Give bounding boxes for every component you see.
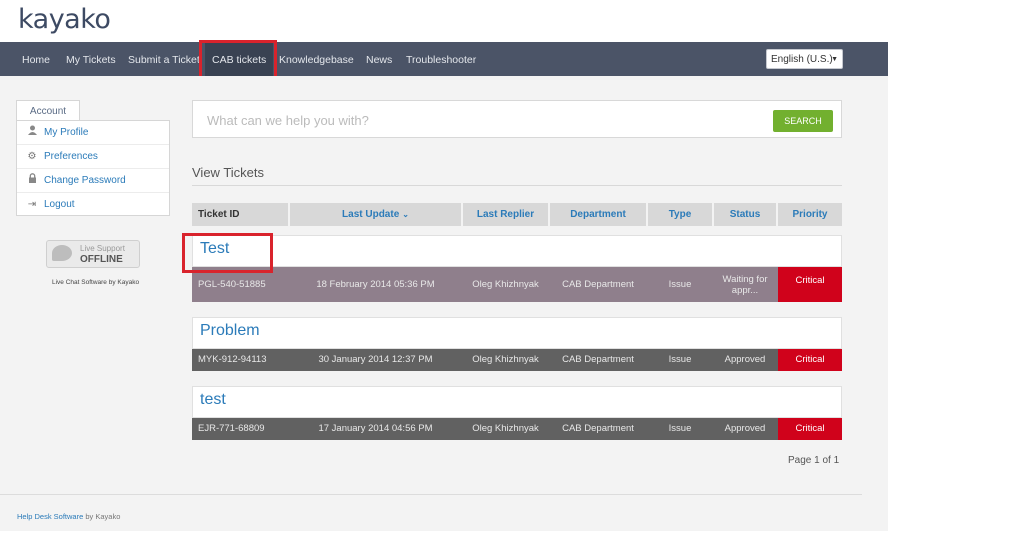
column-header-last-replier[interactable]: Last Replier	[463, 203, 548, 226]
cell-last-update: 17 January 2014 04:56 PM	[318, 423, 433, 434]
ticket-title-row: test	[192, 386, 842, 418]
nav-submit-ticket[interactable]: Submit a Ticket	[128, 42, 200, 76]
footer-link[interactable]: Help Desk Software	[17, 512, 83, 521]
chevron-down-icon: ▼	[831, 56, 838, 63]
cell-type: Issue	[668, 279, 692, 290]
table-row[interactable]: PGL-540-51885 18 February 2014 05:36 PM …	[192, 267, 842, 302]
sidebar-item-label: Logout	[44, 199, 75, 210]
nav-cab-tickets[interactable]: CAB tickets	[205, 42, 274, 76]
footer-suffix: by Kayako	[85, 512, 121, 521]
sidebar-item-label: Preferences	[44, 151, 98, 162]
column-header-type[interactable]: Type	[648, 203, 712, 226]
language-value: English (U.S.)	[771, 54, 833, 65]
cell-priority: Critical	[778, 418, 842, 440]
sidebar-item-label: My Profile	[44, 127, 89, 138]
sidebar-item-my-profile[interactable]: My Profile	[17, 121, 169, 145]
ticket-title-row: Test	[192, 235, 842, 267]
account-menu: My Profile ⚙ Preferences Change Password …	[16, 120, 170, 216]
cell-last-replier: Oleg Khizhnyak	[472, 423, 539, 434]
cell-department: CAB Department	[562, 354, 634, 365]
column-header-department[interactable]: Department	[550, 203, 646, 226]
chat-bubble-icon	[52, 245, 72, 261]
cell-last-replier: Oleg Khizhnyak	[472, 354, 539, 365]
tickets-table-header: Ticket ID Last Update ⌄ Last Replier Depa…	[192, 203, 842, 226]
sidebar-item-preferences[interactable]: ⚙ Preferences	[17, 145, 169, 169]
lock-icon	[26, 169, 38, 193]
table-row[interactable]: MYK-912-94113 30 January 2014 12:37 PM O…	[192, 349, 842, 371]
ticket-title-link[interactable]: Test	[200, 240, 229, 258]
ticket-title-link[interactable]: Problem	[200, 322, 260, 340]
live-support-label: Live Support	[80, 244, 125, 253]
search-input[interactable]	[205, 109, 769, 131]
ticket-title-row: Problem	[192, 317, 842, 349]
nav-troubleshooter[interactable]: Troubleshooter	[406, 42, 476, 76]
language-select[interactable]: English (U.S.) ▼	[766, 49, 843, 69]
cell-type: Issue	[668, 354, 692, 365]
user-icon	[26, 121, 38, 145]
nav-my-tickets[interactable]: My Tickets	[66, 42, 116, 76]
cell-status: Approved	[724, 354, 766, 365]
cell-priority: Critical	[778, 349, 842, 371]
page-title: View Tickets	[192, 165, 265, 180]
footer-divider	[0, 494, 862, 495]
sidebar-item-label: Change Password	[44, 175, 126, 186]
cell-department: CAB Department	[562, 423, 634, 434]
table-row[interactable]: EJR-771-68809 17 January 2014 04:56 PM O…	[192, 418, 842, 440]
cell-last-replier: Oleg Khizhnyak	[472, 279, 539, 290]
live-support-status: OFFLINE	[80, 254, 123, 265]
tab-account[interactable]: Account	[16, 100, 80, 122]
column-header-status[interactable]: Status	[714, 203, 776, 226]
search-box	[192, 100, 842, 138]
cell-status: Waiting for appr...	[722, 274, 768, 296]
sidebar-item-logout[interactable]: ⇥ Logout	[17, 193, 169, 217]
cell-ticket-id: EJR-771-68809	[198, 423, 265, 434]
column-header-ticket-id[interactable]: Ticket ID	[192, 203, 288, 226]
cell-priority: Critical	[778, 267, 842, 302]
cell-last-update: 30 January 2014 12:37 PM	[318, 354, 433, 365]
nav-knowledgebase[interactable]: Knowledgebase	[279, 42, 354, 76]
live-chat-caption[interactable]: Live Chat Software by Kayako	[52, 279, 139, 286]
cell-type: Issue	[668, 423, 692, 434]
kayako-logo[interactable]: kayako	[18, 4, 111, 35]
footer: Help Desk Software by Kayako	[17, 512, 120, 521]
search-button[interactable]: SEARCH	[773, 110, 833, 132]
ticket-title-link[interactable]: test	[200, 391, 226, 409]
cell-ticket-id: PGL-540-51885	[198, 279, 266, 290]
nav-news[interactable]: News	[366, 42, 392, 76]
divider	[192, 185, 842, 186]
cell-ticket-id: MYK-912-94113	[198, 354, 267, 365]
sort-caret-icon: ⌄	[402, 210, 409, 219]
cell-last-update: 18 February 2014 05:36 PM	[316, 279, 435, 290]
column-header-label: Last Update	[342, 209, 400, 220]
live-support-badge[interactable]: Live Support OFFLINE	[46, 240, 140, 268]
column-header-priority[interactable]: Priority	[778, 203, 842, 226]
sidebar-item-change-password[interactable]: Change Password	[17, 169, 169, 193]
cell-status: Approved	[724, 423, 766, 434]
column-header-last-update[interactable]: Last Update ⌄	[290, 203, 461, 226]
gear-icon: ⚙	[27, 151, 37, 162]
cell-department: CAB Department	[562, 279, 634, 290]
logout-icon: ⇥	[27, 199, 37, 210]
pagination-label: Page 1 of 1	[788, 455, 840, 466]
nav-home[interactable]: Home	[22, 42, 50, 76]
main-navbar: Home My Tickets Submit a Ticket CAB tick…	[0, 42, 888, 76]
